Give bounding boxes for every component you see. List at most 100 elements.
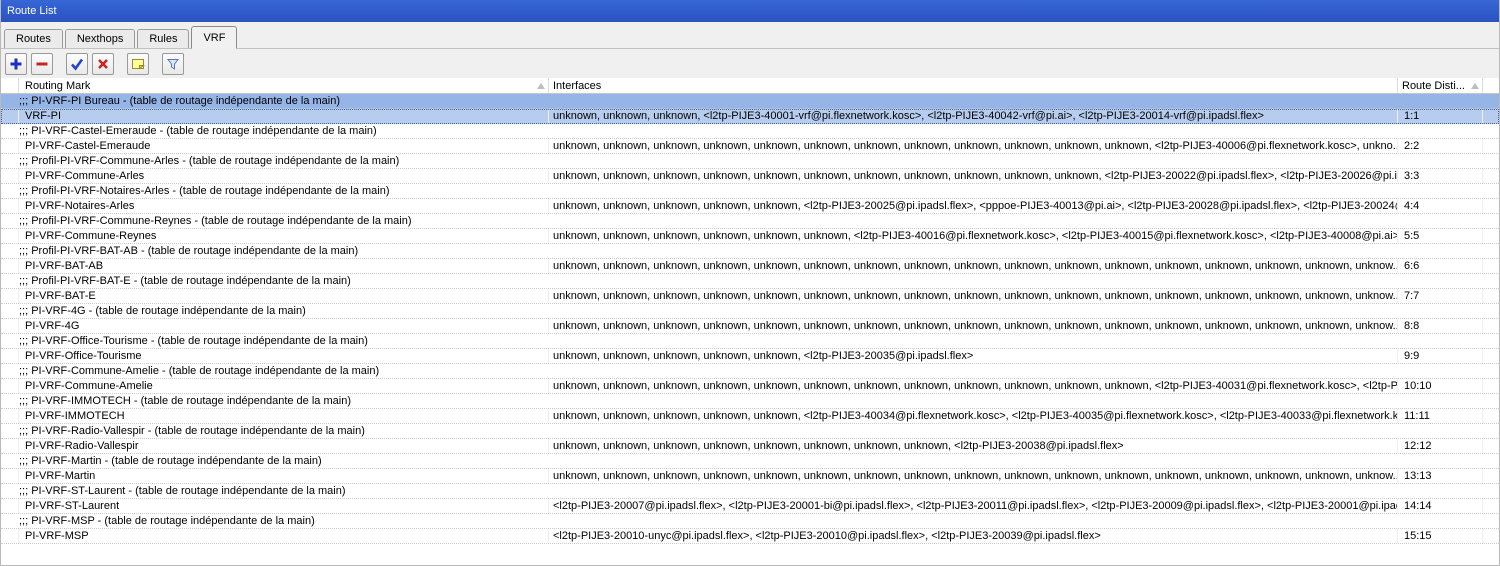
routing-mark-cell: PI-VRF-Commune-Arles [19,169,549,183]
comment-text: ;;; Profil-PI-VRF-Notaires-Arles - (tabl… [19,185,390,197]
route-distinguisher-cell: 6:6 [1398,259,1483,273]
table-row[interactable]: PI-VRF-Notaires-Arles unknown, unknown, u… [1,199,1499,214]
row-spacer-cell [1483,139,1499,153]
row-spacer-cell [1483,229,1499,243]
row-spacer-cell [1483,199,1499,213]
table-row[interactable]: PI-VRF-Commune-Amelie unknown, unknown, u… [1,379,1499,394]
comment-row[interactable]: ;;; PI-VRF-4G - (table de routage indépe… [1,304,1499,319]
table-row[interactable]: PI-VRF-Martin unknown, unknown, unknown, … [1,469,1499,484]
table-row[interactable]: PI-VRF-ST-Laurent <l2tp-PIJE3-20007@pi.ip… [1,499,1499,514]
comment-text: ;;; Profil-PI-VRF-Commune-Reynes - (tabl… [19,215,412,227]
table-row[interactable]: PI-VRF-Commune-Reynes unknown, unknown, u… [1,229,1499,244]
comment-row[interactable]: ;;; PI-VRF-PI Bureau - (table de routage… [1,94,1499,109]
routing-mark-cell: PI-VRF-ST-Laurent [19,499,549,513]
route-distinguisher-cell: 12:12 [1398,439,1483,453]
route-distinguisher-cell: 1:1 [1398,109,1483,123]
comment-row[interactable]: ;;; Profil-PI-VRF-Commune-Arles - (table… [1,154,1499,169]
comment-row[interactable]: ;;; PI-VRF-Office-Tourisme - (table de r… [1,334,1499,349]
comment-text: ;;; Profil-PI-VRF-Commune-Arles - (table… [19,155,400,167]
comment-row[interactable]: ;;; PI-VRF-MSP - (table de routage indép… [1,514,1499,529]
filter-button[interactable] [162,52,184,75]
enable-button[interactable] [66,52,88,75]
routing-mark-cell: PI-VRF-Commune-Reynes [19,229,549,243]
route-list-window: Route List Routes Nexthops Rules VRF Routin… [0,0,1500,566]
comment-text: ;;; PI-VRF-Castel-Emeraude - (table de r… [19,125,377,137]
comment-row[interactable]: ;;; PI-VRF-Castel-Emeraude - (table de r… [1,124,1499,139]
interfaces-cell: unknown, unknown, unknown, unknown, unkn… [549,169,1398,183]
comment-button[interactable] [127,52,149,75]
window-title: Route List [7,5,57,17]
comment-text: ;;; PI-VRF-Radio-Vallespir - (table de r… [19,425,365,437]
tab-routes[interactable]: Routes [4,29,63,48]
table-row[interactable]: PI-VRF-Commune-Arles unknown, unknown, un… [1,169,1499,184]
tab-vrf[interactable]: VRF [191,26,238,49]
table-row[interactable]: PI-VRF-Radio-Vallespir unknown, unknown, … [1,439,1499,454]
table-row[interactable]: PI-VRF-4G unknown, unknown, unknown, unkn… [1,319,1499,334]
minus-icon [35,57,49,71]
row-spacer-cell [1483,109,1499,123]
comment-text: ;;; PI-VRF-Martin - (table de routage in… [19,455,322,467]
row-flag-cell [1,379,19,393]
window-titlebar[interactable]: Route List [1,0,1499,22]
interfaces-cell: unknown, unknown, unknown, unknown, unkn… [549,229,1398,243]
disable-button[interactable] [92,52,114,75]
row-spacer-cell [1483,499,1499,513]
header-flag-column[interactable] [1,78,19,93]
sort-indicator-icon [537,83,545,89]
comment-row[interactable]: ;;; PI-VRF-IMMOTECH - (table de routage … [1,394,1499,409]
row-flag-cell [1,319,19,333]
interfaces-cell: <l2tp-PIJE3-20007@pi.ipadsl.flex>, <l2tp… [549,499,1398,513]
routing-mark-cell: PI-VRF-Commune-Amelie [19,379,549,393]
table-row[interactable]: PI-VRF-BAT-AB unknown, unknown, unknown, … [1,259,1499,274]
remove-button[interactable] [31,52,53,75]
tab-nexthops[interactable]: Nexthops [64,29,136,48]
comment-row[interactable]: ;;; Profil-PI-VRF-BAT-E - (table de rout… [1,274,1499,289]
header-routing-mark[interactable]: Routing Mark [19,78,549,93]
row-spacer-cell [1483,409,1499,423]
header-interfaces[interactable]: Interfaces [549,78,1398,93]
row-flag-cell [1,259,19,273]
note-icon [131,57,145,71]
route-distinguisher-cell: 3:3 [1398,169,1483,183]
table-row[interactable]: PI-VRF-BAT-E unknown, unknown, unknown, u… [1,289,1499,304]
row-spacer-cell [1483,439,1499,453]
interfaces-cell: unknown, unknown, unknown, unknown, unkn… [549,139,1398,153]
interfaces-cell: unknown, unknown, unknown, unknown, unkn… [549,349,1398,363]
comment-row[interactable]: ;;; PI-VRF-ST-Laurent - (table de routag… [1,484,1499,499]
routing-mark-cell: PI-VRF-IMMOTECH [19,409,549,423]
comment-row[interactable]: ;;; Profil-PI-VRF-Commune-Reynes - (tabl… [1,214,1499,229]
interfaces-cell: unknown, unknown, unknown, unknown, unkn… [549,199,1398,213]
table-header: Routing Mark Interfaces Route Disti... [1,78,1499,94]
row-flag-cell [1,409,19,423]
comment-text: ;;; PI-VRF-PI Bureau - (table de routage… [19,95,341,107]
add-button[interactable] [5,52,27,75]
row-flag-cell [1,139,19,153]
table-row[interactable]: PI-VRF-IMMOTECH unknown, unknown, unknown… [1,409,1499,424]
comment-row[interactable]: ;;; PI-VRF-Martin - (table de routage in… [1,454,1499,469]
comment-row[interactable]: ;;; Profil-PI-VRF-Notaires-Arles - (tabl… [1,184,1499,199]
comment-text: ;;; PI-VRF-IMMOTECH - (table de routage … [19,395,351,407]
row-spacer-cell [1483,469,1499,483]
interfaces-cell: <l2tp-PIJE3-20010-unyc@pi.ipadsl.flex>, … [549,529,1398,543]
comment-row[interactable]: ;;; Profil-PI-VRF-BAT-AB - (table de rou… [1,244,1499,259]
interfaces-cell: unknown, unknown, unknown, unknown, unkn… [549,409,1398,423]
tab-rules[interactable]: Rules [137,29,190,48]
row-spacer-cell [1483,289,1499,303]
interfaces-cell: unknown, unknown, unknown, unknown, unkn… [549,259,1398,273]
toolbar [1,49,1499,78]
table-row[interactable]: PI-VRF-Castel-Emeraude unknown, unknown, … [1,139,1499,154]
comment-row[interactable]: ;;; PI-VRF-Radio-Vallespir - (table de r… [1,424,1499,439]
header-route-distinguisher[interactable]: Route Disti... [1398,78,1483,93]
table-row[interactable]: VRF-PI unknown, unknown, unknown, <l2tp-P… [1,109,1499,124]
table-row[interactable]: PI-VRF-Office-Tourisme unknown, unknown, … [1,349,1499,364]
comment-row[interactable]: ;;; PI-VRF-Commune-Amelie - (table de ro… [1,364,1499,379]
row-spacer-cell [1483,259,1499,273]
routing-mark-cell: PI-VRF-Office-Tourisme [19,349,549,363]
row-flag-cell [1,529,19,543]
row-flag-cell [1,469,19,483]
table-row[interactable]: PI-VRF-MSP <l2tp-PIJE3-20010-unyc@pi.ipad… [1,529,1499,544]
routing-mark-cell: PI-VRF-MSP [19,529,549,543]
routing-mark-cell: PI-VRF-Castel-Emeraude [19,139,549,153]
comment-text: ;;; PI-VRF-ST-Laurent - (table de routag… [19,485,346,497]
row-spacer-cell [1483,349,1499,363]
